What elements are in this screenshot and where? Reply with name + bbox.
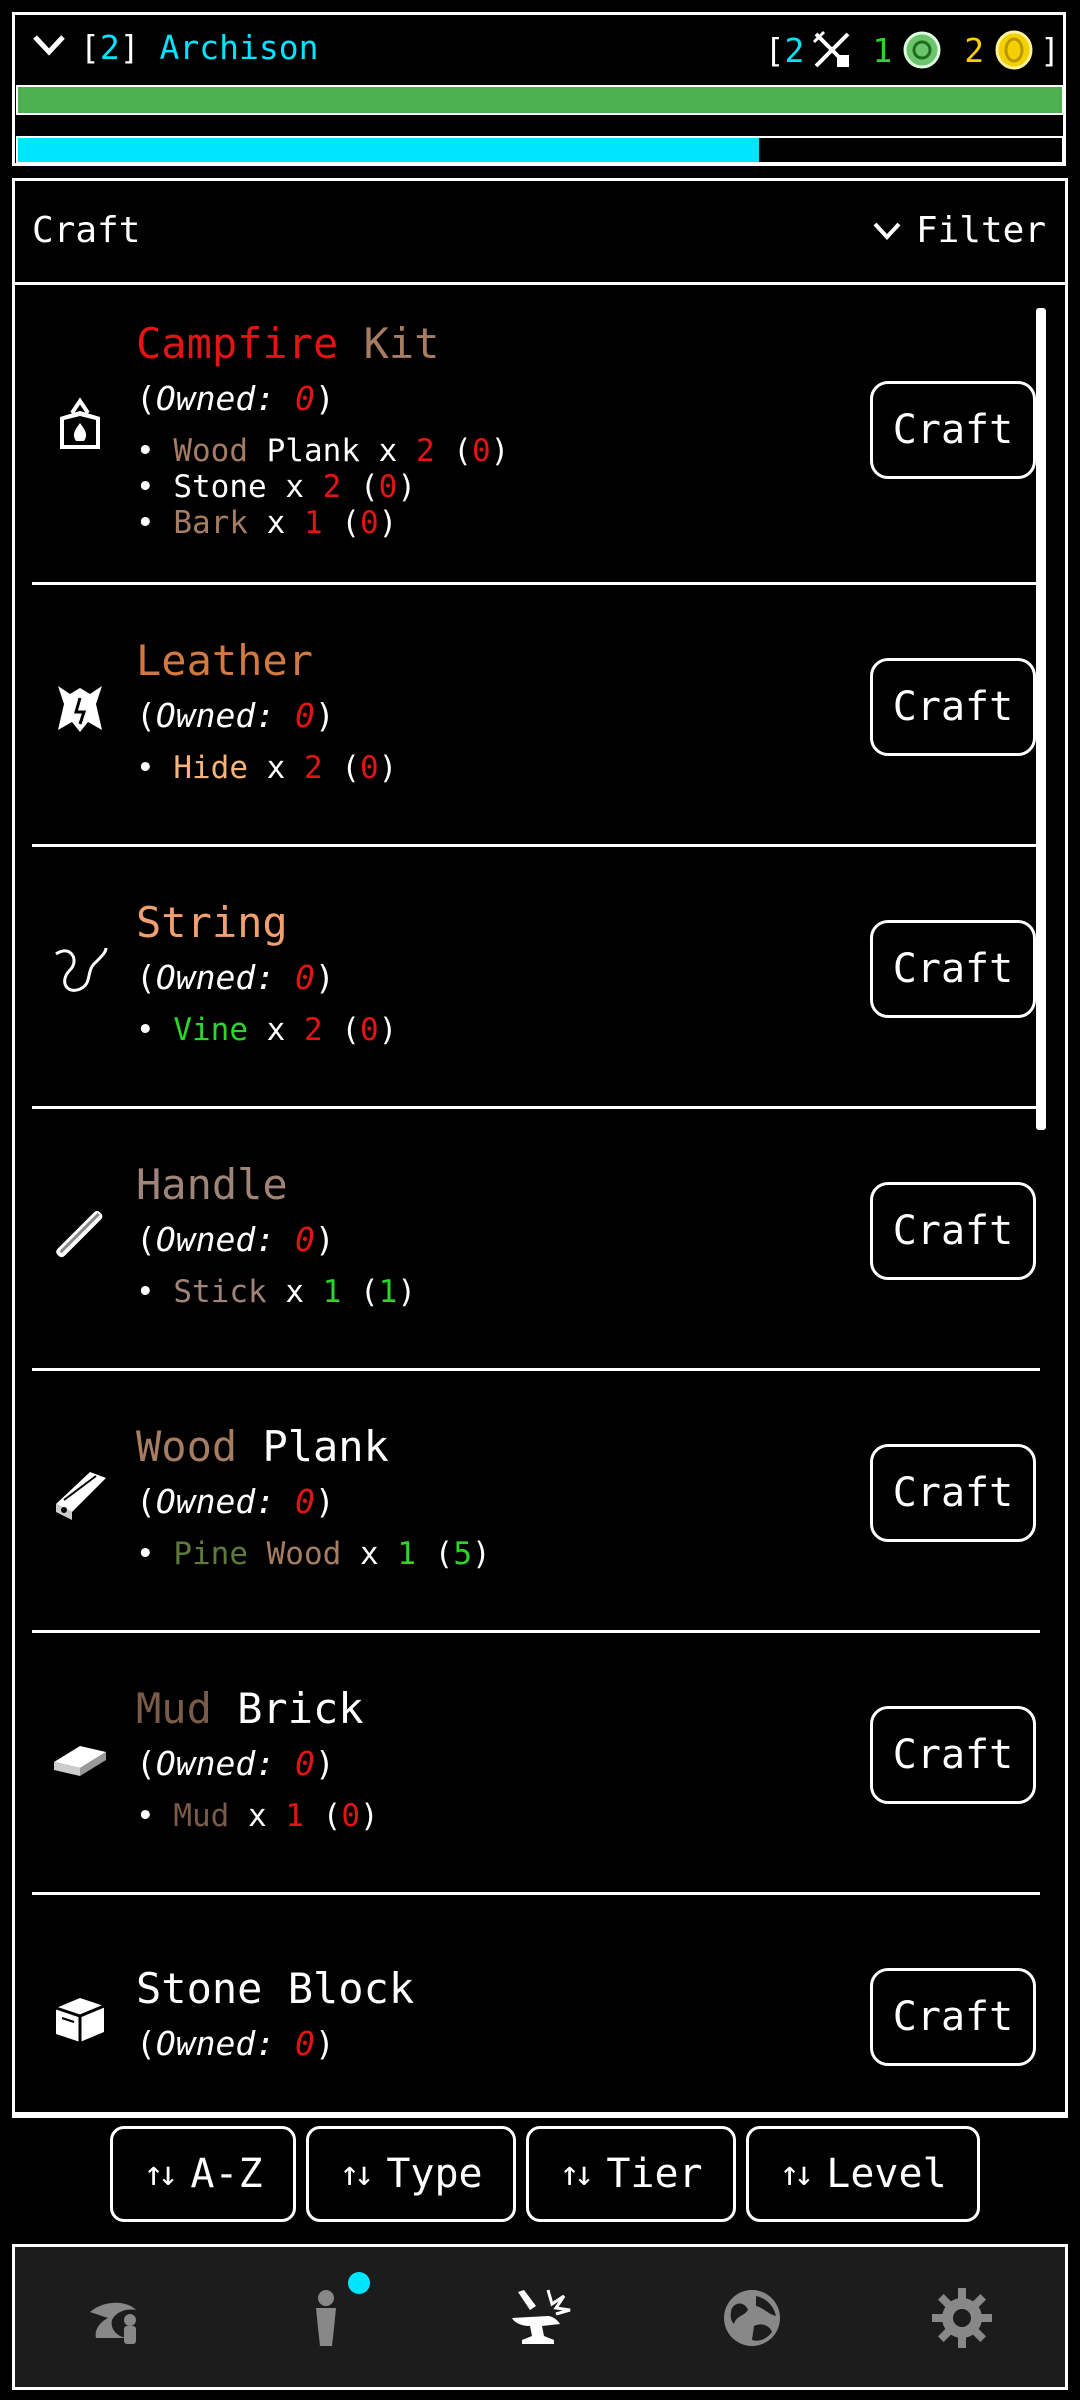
leather-hide-icon [50,678,110,738]
scrollbar[interactable] [1036,308,1046,1130]
string-icon [50,940,110,1000]
filter-button[interactable]: Filter [872,210,1046,251]
currency-a-value: 2 [784,30,805,70]
recipe-title: String [136,898,288,947]
sort-tier-button[interactable]: ↑↓ Tier [526,2126,736,2222]
wood-plank-icon [50,1464,110,1524]
ingredient-line: • Mud x 1 (0) [136,1798,379,1834]
owned-count: (Owned: 0) [136,696,335,735]
sort-level-button[interactable]: ↑↓ Level [746,2126,980,2222]
nav-explore-icon[interactable] [86,2286,150,2350]
sort-bar-divider [14,2112,1066,2115]
recipe-title-part: Stone [136,1964,263,2013]
recipe-title: Stone Block [136,1964,414,2013]
owned-count: (Owned: 0) [136,1482,335,1521]
recipe-item: String (Owned: 0) • Vine x 2 (0) Craft [32,847,1042,1109]
owned-count: (Owned: 0) [136,2024,335,2063]
recipe-list[interactable]: Campfire Kit (Owned: 0) • Wood Plank x 2 (… [14,285,1066,2112]
owned-count: (Owned: 0) [136,379,335,418]
sort-arrows-icon: ↑↓ [779,2154,814,2194]
bracket-open: [ [80,28,100,67]
recipe-item: Campfire Kit (Owned: 0) • Wood Plank x 2 (… [32,285,1042,585]
chevron-down-icon [873,222,901,240]
player-level: 2 [99,28,120,67]
craft-button[interactable]: Craft [870,1968,1036,2066]
sort-arrows-icon: ↑↓ [143,2154,178,2194]
sort-az-button[interactable]: ↑↓ A-Z [110,2126,296,2222]
campfire-kit-icon [50,395,110,455]
craft-button[interactable]: Craft [870,658,1036,756]
gold-coin-icon [995,30,1033,70]
sort-label: Type [386,2151,483,2197]
green-token-icon [903,31,941,69]
recipe-title-part: Campfire [136,319,339,368]
panel-title: Craft [32,210,141,251]
nav-world-icon[interactable] [720,2286,784,2350]
collapse-chevron-icon[interactable] [32,34,66,56]
nav-character-icon[interactable] [294,2286,358,2350]
currency-bracket-close: ] [1040,30,1060,70]
player-name: Archison [159,28,319,67]
recipe-title-part: Handle [136,1160,288,1209]
sort-arrows-icon: ↑↓ [559,2154,594,2194]
ingredient-line: • Stick x 1 (1) [136,1274,416,1310]
recipe-title: Campfire Kit [136,319,439,368]
handle-icon [50,1202,110,1262]
notification-badge [348,2272,370,2294]
nav-settings-icon[interactable] [930,2286,994,2350]
mud-brick-icon [50,1726,110,1786]
ingredient-line: • Bark x 1 (0) [136,505,398,541]
recipe-title-part: Wood [136,1422,238,1471]
craft-button[interactable]: Craft [870,1706,1036,1804]
recipe-item: Mud Brick (Owned: 0) • Mud x 1 (0) Craft [32,1633,1042,1895]
recipe-title: Leather [136,636,313,685]
experience-bar [16,136,1064,164]
sort-label: A-Z [190,2151,263,2197]
ingredient-line: • Pine Wood x 1 (5) [136,1536,491,1572]
ingredient-line: • Wood Plank x 2 (0) [136,433,510,469]
experience-bar-fill [18,138,760,162]
sort-label: Tier [606,2151,703,2197]
recipe-title: Wood Plank [136,1422,389,1471]
owned-count: (Owned: 0) [136,958,335,997]
currency-c-value: 2 [964,30,985,70]
owned-count: (Owned: 0) [136,1744,335,1783]
ingredient-line: • Stone x 2 (0) [136,469,416,505]
craft-button[interactable]: Craft [870,1444,1036,1542]
player-level-name: [2] Archison [80,28,318,67]
recipe-title-part: Brick [211,1684,364,1733]
recipe-title-part: Plank [237,1422,389,1471]
craft-button[interactable]: Craft [870,381,1036,479]
craft-button[interactable]: Craft [870,920,1036,1018]
ingredient-line: • Vine x 2 (0) [136,1012,398,1048]
recipe-title-part: Block [262,1964,415,2013]
health-bar [16,85,1064,115]
currency-bracket-open: [ [764,30,785,70]
owned-count: (Owned: 0) [136,1220,335,1259]
craft-button[interactable]: Craft [870,1182,1036,1280]
recipe-item: Stone Block (Owned: 0) Craft [32,1895,1042,2112]
recipe-item: Leather (Owned: 0) • Hide x 2 (0) Craft [32,585,1042,847]
sword-shovel-icon [813,30,850,68]
ingredient-line: • Hide x 2 (0) [136,750,398,786]
currency-b-value: 1 [872,30,893,70]
sort-label: Level [826,2151,947,2197]
recipe-title-part: Leather [136,636,314,685]
recipe-title-part: Kit [338,319,440,368]
recipe-title-part: Mud [136,1684,212,1733]
currency-display: [ 2 1 2 ] [765,28,1060,72]
bracket-close: ] [119,28,140,67]
recipe-item: Wood Plank (Owned: 0) • Pine Wood x 1 (5) C… [32,1371,1042,1633]
sort-arrows-icon: ↑↓ [339,2154,374,2194]
recipe-title: Mud Brick [136,1684,364,1733]
sort-type-button[interactable]: ↑↓ Type [306,2126,516,2222]
nav-craft-icon[interactable] [508,2286,572,2350]
filter-label: Filter [915,210,1046,251]
health-bar-fill [18,87,1062,113]
stone-block-icon [50,1988,110,2048]
recipe-title-part: String [136,898,288,947]
recipe-title: Handle [136,1160,288,1209]
recipe-item: Handle (Owned: 0) • Stick x 1 (1) Craft [32,1109,1042,1371]
